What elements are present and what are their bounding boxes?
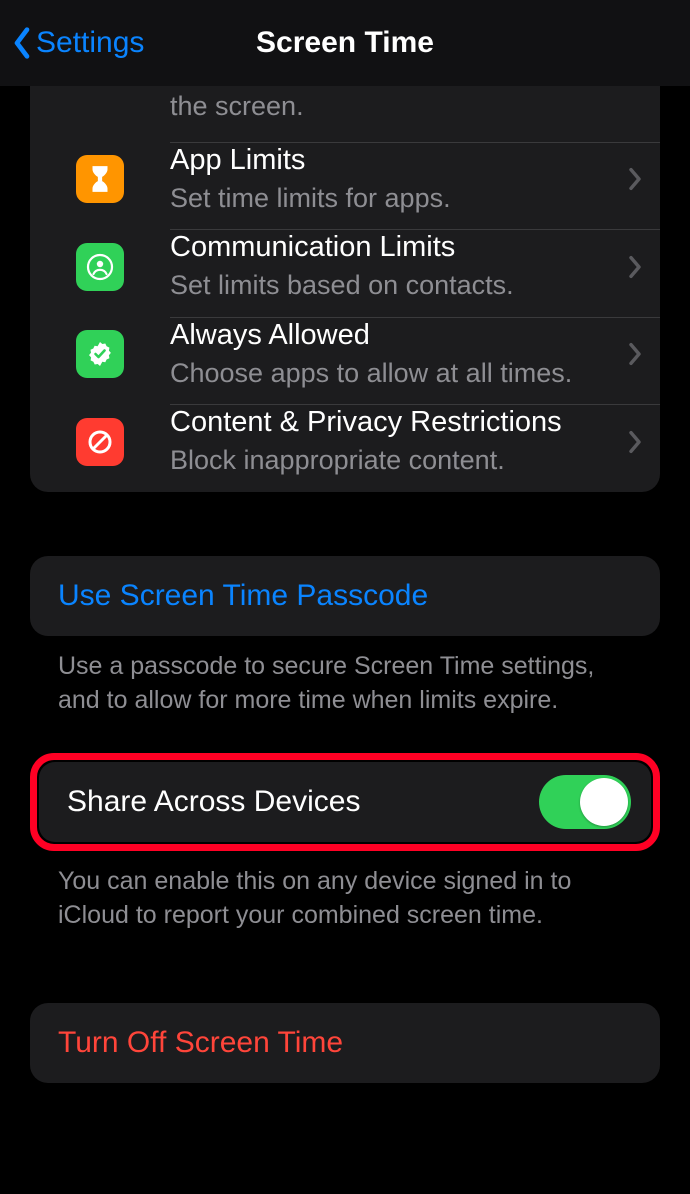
turnoff-group: Turn Off Screen Time bbox=[30, 1003, 660, 1083]
chevron-left-icon bbox=[12, 26, 32, 60]
content-privacy-title: Content & Privacy Restrictions bbox=[170, 405, 618, 440]
turn-off-label: Turn Off Screen Time bbox=[58, 1026, 343, 1060]
share-group: Share Across Devices bbox=[39, 762, 651, 842]
turn-off-button[interactable]: Turn Off Screen Time bbox=[30, 1003, 660, 1083]
always-allowed-row[interactable]: Always Allowed Choose apps to allow at a… bbox=[30, 318, 660, 405]
hourglass-icon bbox=[76, 155, 124, 203]
chevron-right-icon bbox=[618, 342, 642, 366]
contact-circle-icon bbox=[76, 243, 124, 291]
downtime-subtitle: the screen. bbox=[170, 90, 618, 124]
use-passcode-button[interactable]: Use Screen Time Passcode bbox=[30, 556, 660, 636]
back-button[interactable]: Settings bbox=[12, 26, 144, 60]
app-limits-row[interactable]: App Limits Set time limits for apps. bbox=[30, 143, 660, 230]
communication-limits-title: Communication Limits bbox=[170, 230, 618, 265]
content-privacy-row[interactable]: Content & Privacy Restrictions Block ina… bbox=[30, 405, 660, 492]
share-footer: You can enable this on any device signed… bbox=[30, 851, 660, 933]
chevron-right-icon bbox=[618, 167, 642, 191]
share-across-devices-row[interactable]: Share Across Devices bbox=[39, 762, 651, 842]
switch-knob bbox=[580, 778, 628, 826]
always-allowed-subtitle: Choose apps to allow at all times. bbox=[170, 357, 618, 391]
features-group: the screen. App Limits Set time limits f… bbox=[30, 86, 660, 492]
chevron-right-icon bbox=[618, 430, 642, 454]
passcode-group: Use Screen Time Passcode bbox=[30, 556, 660, 636]
app-limits-title: App Limits bbox=[170, 143, 618, 178]
content-privacy-subtitle: Block inappropriate content. bbox=[170, 444, 618, 478]
share-toggle[interactable] bbox=[539, 775, 631, 829]
use-passcode-label: Use Screen Time Passcode bbox=[58, 579, 428, 613]
chevron-right-icon bbox=[618, 255, 642, 279]
page-title: Screen Time bbox=[256, 26, 434, 60]
passcode-footer: Use a passcode to secure Screen Time set… bbox=[30, 636, 660, 718]
communication-limits-subtitle: Set limits based on contacts. bbox=[170, 269, 618, 303]
no-sign-icon bbox=[76, 418, 124, 466]
app-limits-subtitle: Set time limits for apps. bbox=[170, 182, 618, 216]
downtime-row[interactable]: the screen. bbox=[30, 86, 660, 142]
always-allowed-title: Always Allowed bbox=[170, 318, 618, 353]
highlight-frame: Share Across Devices bbox=[30, 753, 660, 851]
back-label: Settings bbox=[36, 26, 144, 60]
communication-limits-row[interactable]: Communication Limits Set limits based on… bbox=[30, 230, 660, 317]
nav-bar: Settings Screen Time bbox=[0, 0, 690, 86]
check-seal-icon bbox=[76, 330, 124, 378]
share-label: Share Across Devices bbox=[67, 785, 360, 819]
